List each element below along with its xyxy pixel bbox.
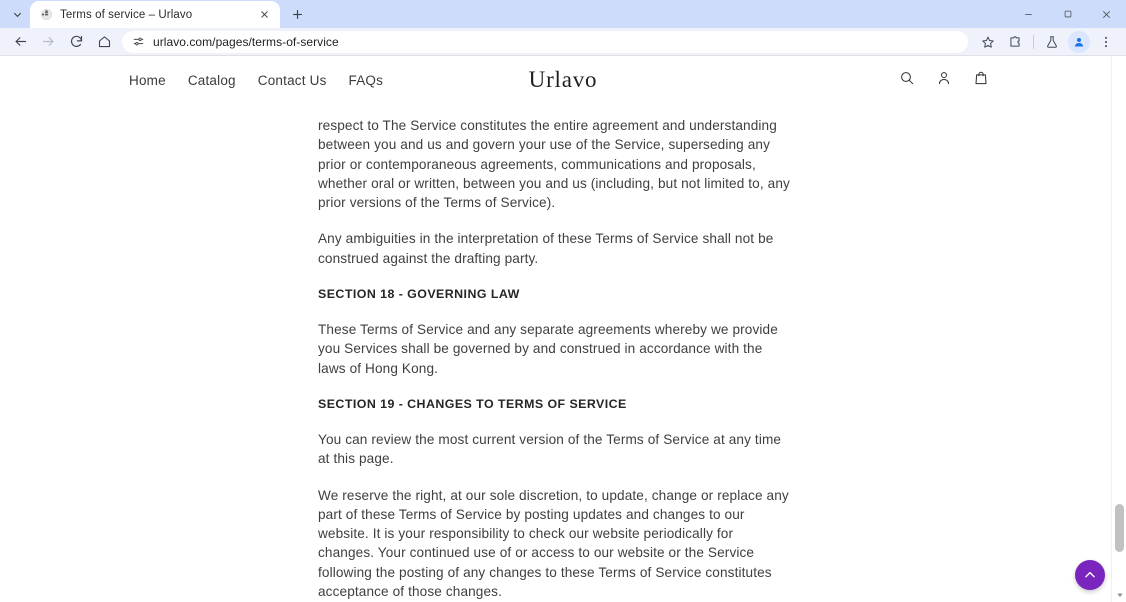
back-arrow-icon: [15, 37, 26, 46]
page-scrollbar[interactable]: [1111, 56, 1126, 602]
chrome-menu-button[interactable]: [1093, 30, 1119, 54]
scroll-to-top-button[interactable]: [1075, 560, 1105, 590]
labs-button[interactable]: [1039, 30, 1065, 54]
scroll-down-arrow-icon: [1116, 593, 1123, 597]
home-icon: [98, 36, 110, 48]
plus-icon: [292, 9, 302, 19]
window-controls: [1009, 0, 1126, 28]
reload-button[interactable]: [63, 30, 89, 54]
paragraph: We reserve the right, at our sole discre…: [318, 487, 789, 600]
toolbar-actions: [975, 30, 1119, 54]
scrollbar-thumb[interactable]: [1115, 504, 1124, 552]
site-settings-sliders-icon[interactable]: [132, 35, 145, 48]
tab-search-button[interactable]: [4, 1, 30, 27]
globe-icon: [41, 9, 52, 20]
paragraph: These Terms of Service and any separate …: [318, 322, 778, 376]
minimize-button[interactable]: [1009, 0, 1048, 28]
maximize-icon: [1064, 10, 1071, 18]
site-header: Home Catalog Contact Us FAQs Urlavo: [0, 56, 1126, 104]
url-text: urlavo.com/pages/terms-of-service: [153, 34, 339, 49]
shopping-bag-icon[interactable]: [973, 70, 989, 91]
browser-toolbar: urlavo.com/pages/terms-of-service: [0, 28, 1126, 55]
page-content: respect to The Service constitutes the e…: [0, 104, 800, 602]
account-person-icon[interactable]: [936, 70, 952, 91]
nav-item-contact-us[interactable]: Contact Us: [258, 73, 327, 88]
paragraph: Any ambiguities in the interpretation of…: [318, 231, 774, 266]
profile-avatar-icon: [1075, 37, 1083, 46]
extensions-button[interactable]: [1002, 30, 1028, 54]
three-dot-menu-icon: [1105, 36, 1107, 47]
reload-icon: [70, 35, 82, 47]
lab-flask-icon: [1047, 35, 1057, 48]
forward-button[interactable]: [35, 30, 61, 54]
section-heading: SECTION 19 - CHANGES TO TERMS OF SERVICE: [318, 396, 627, 411]
new-tab-button[interactable]: [284, 1, 310, 27]
browser-window: Terms of service – Urlavo urlavo.com/pag…: [0, 0, 1126, 602]
header-actions: [899, 70, 989, 91]
paragraph: You can review the most current version …: [318, 431, 782, 467]
section-heading: SECTION 18 - GOVERNING LAW: [318, 287, 520, 302]
close-window-button[interactable]: [1087, 0, 1126, 28]
tab-title: Terms of service – Urlavo: [60, 8, 193, 21]
page-viewport: Home Catalog Contact Us FAQs Urlavo resp…: [0, 56, 1126, 602]
star-icon: [982, 36, 994, 48]
browser-tab[interactable]: Terms of service – Urlavo: [30, 1, 280, 28]
nav-item-catalog[interactable]: Catalog: [188, 73, 236, 88]
bookmark-button[interactable]: [975, 30, 1001, 54]
paragraph: respect to The Service constitutes the e…: [318, 118, 790, 211]
home-button[interactable]: [91, 30, 117, 54]
chevron-up-icon: [1085, 571, 1095, 578]
nav-item-home[interactable]: Home: [129, 73, 166, 88]
address-bar[interactable]: urlavo.com/pages/terms-of-service: [122, 30, 968, 53]
profile-button[interactable]: [1068, 30, 1090, 53]
tab-strip: Terms of service – Urlavo: [0, 0, 1126, 28]
close-icon: [1102, 10, 1111, 18]
toolbar-divider: [1033, 34, 1034, 49]
forward-arrow-icon: [42, 37, 53, 46]
chevron-down-icon: [13, 12, 21, 17]
site-navigation: Home Catalog Contact Us FAQs: [0, 73, 383, 88]
minimize-icon: [1025, 13, 1032, 15]
back-button[interactable]: [7, 30, 33, 54]
maximize-button[interactable]: [1048, 0, 1087, 28]
nav-item-faqs[interactable]: FAQs: [349, 73, 384, 88]
search-icon[interactable]: [899, 70, 915, 91]
close-icon: [261, 11, 268, 18]
tab-close-button[interactable]: [257, 7, 272, 22]
extensions-puzzle-icon: [1010, 35, 1020, 47]
scrollbar-down-arrow[interactable]: [1112, 591, 1126, 599]
